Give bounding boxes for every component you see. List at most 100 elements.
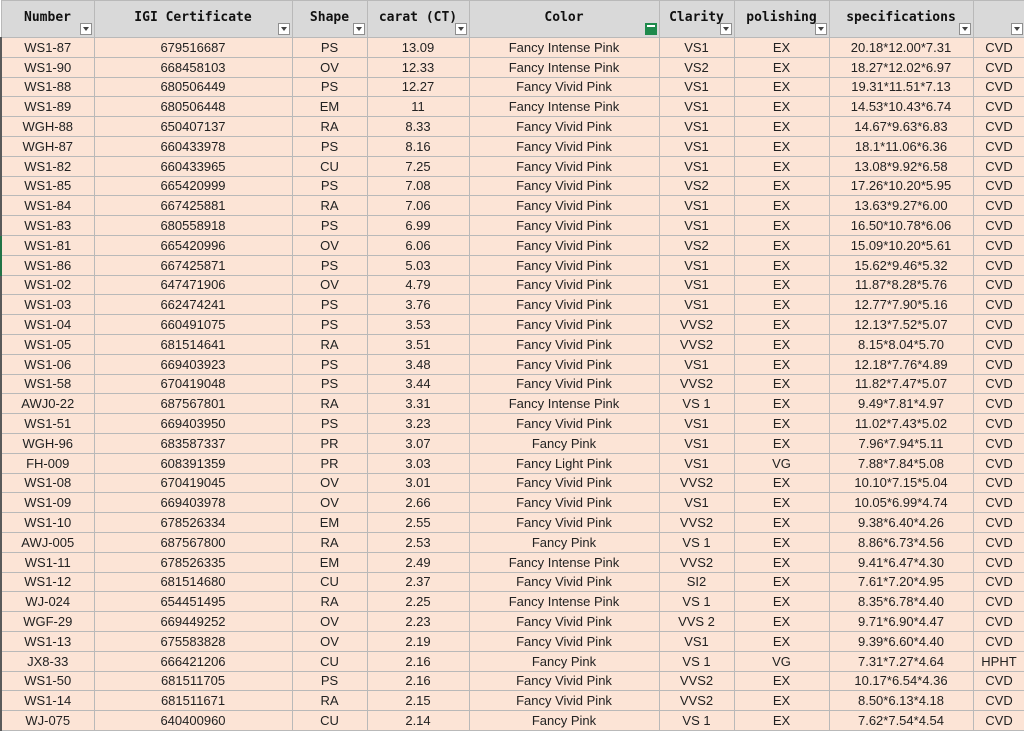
table-cell[interactable]: VS 1 (658, 531, 735, 553)
filter-dropdown-icon[interactable] (454, 23, 467, 35)
table-cell[interactable]: 8.16 (366, 135, 470, 157)
table-cell[interactable]: VS1 (658, 492, 735, 514)
table-cell[interactable]: VS 1 (658, 710, 735, 731)
table-cell[interactable]: CVD (972, 393, 1024, 415)
filter-dropdown-icon[interactable] (277, 23, 290, 35)
table-cell[interactable]: WS1-84 (0, 195, 95, 217)
table-cell[interactable]: VS1 (658, 116, 735, 137)
table-cell[interactable]: RA (291, 591, 368, 613)
table-cell[interactable]: EX (733, 215, 830, 236)
table-cell[interactable]: EX (733, 551, 830, 573)
table-cell[interactable]: VS1 (658, 630, 735, 652)
table-cell[interactable]: 660491075 (93, 314, 293, 335)
table-cell[interactable]: 680558918 (93, 215, 293, 236)
table-cell[interactable]: EX (733, 531, 830, 553)
table-cell[interactable]: Fancy Vivid Pink (468, 76, 660, 98)
column-header-5[interactable]: Clarity (658, 0, 735, 38)
table-cell[interactable]: 3.01 (366, 472, 470, 494)
table-cell[interactable]: 660433978 (93, 135, 293, 157)
table-cell[interactable]: VS1 (658, 215, 735, 236)
table-cell[interactable]: 680506448 (93, 96, 293, 118)
table-cell[interactable]: 14.67*9.63*6.83 (828, 116, 974, 137)
table-cell[interactable]: 2.19 (366, 630, 470, 652)
table-cell[interactable]: Fancy Vivid Pink (468, 630, 660, 652)
table-cell[interactable]: CVD (972, 512, 1024, 533)
table-cell[interactable]: 7.31*7.27*4.64 (828, 650, 974, 672)
table-cell[interactable]: 666421206 (93, 650, 293, 672)
table-cell[interactable]: EX (733, 353, 830, 375)
table-cell[interactable]: 679516687 (93, 37, 293, 58)
table-cell[interactable]: CVD (972, 670, 1024, 692)
table-cell[interactable]: CVD (972, 432, 1024, 454)
table-cell[interactable]: EX (733, 472, 830, 494)
column-header-3[interactable]: carat (CT) (366, 0, 470, 38)
table-cell[interactable]: EX (733, 195, 830, 217)
table-cell[interactable]: WJ-024 (0, 591, 95, 613)
table-cell[interactable]: WS1-51 (0, 413, 95, 434)
table-cell[interactable]: PS (291, 215, 368, 236)
table-cell[interactable]: WS1-83 (0, 215, 95, 236)
table-cell[interactable]: Fancy Vivid Pink (468, 254, 660, 276)
table-cell[interactable]: WS1-58 (0, 373, 95, 395)
table-cell[interactable]: Fancy Vivid Pink (468, 492, 660, 514)
table-cell[interactable]: 7.06 (366, 195, 470, 217)
table-cell[interactable]: 2.37 (366, 571, 470, 593)
table-cell[interactable]: CU (291, 571, 368, 593)
table-cell[interactable]: RA (291, 333, 368, 355)
table-cell[interactable]: 665420996 (93, 234, 293, 256)
table-cell[interactable]: VS1 (658, 254, 735, 276)
table-cell[interactable]: CVD (972, 116, 1024, 137)
table-cell[interactable]: EX (733, 591, 830, 613)
table-cell[interactable]: EX (733, 670, 830, 692)
table-cell[interactable]: 670419045 (93, 472, 293, 494)
table-cell[interactable]: EX (733, 116, 830, 137)
table-cell[interactable]: 2.66 (366, 492, 470, 514)
table-cell[interactable]: EX (733, 135, 830, 157)
table-cell[interactable]: 11.82*7.47*5.07 (828, 373, 974, 395)
table-cell[interactable]: Fancy Intense Pink (468, 56, 660, 78)
table-cell[interactable]: EX (733, 175, 830, 197)
table-cell[interactable]: WS1-13 (0, 630, 95, 652)
table-cell[interactable]: 12.13*7.52*5.07 (828, 314, 974, 335)
table-cell[interactable]: OV (291, 472, 368, 494)
table-cell[interactable]: Fancy Pink (468, 710, 660, 731)
table-cell[interactable]: Fancy Pink (468, 650, 660, 672)
table-cell[interactable]: 15.62*9.46*5.32 (828, 254, 974, 276)
table-cell[interactable]: 665420999 (93, 175, 293, 197)
table-cell[interactable]: WGH-88 (0, 116, 95, 137)
table-cell[interactable]: RA (291, 393, 368, 415)
table-cell[interactable]: OV (291, 611, 368, 632)
table-cell[interactable]: EX (733, 37, 830, 58)
table-cell[interactable]: CVD (972, 690, 1024, 712)
table-cell[interactable]: CVD (972, 294, 1024, 316)
table-cell[interactable]: EM (291, 96, 368, 118)
table-cell[interactable]: CVD (972, 630, 1024, 652)
table-cell[interactable]: 17.26*10.20*5.95 (828, 175, 974, 197)
table-cell[interactable]: Fancy Pink (468, 432, 660, 454)
table-cell[interactable]: VS1 (658, 274, 735, 296)
table-cell[interactable]: CVD (972, 314, 1024, 335)
table-cell[interactable]: WS1-04 (0, 314, 95, 335)
table-cell[interactable]: WS1-08 (0, 472, 95, 494)
table-cell[interactable]: WS1-10 (0, 512, 95, 533)
table-cell[interactable]: 678526334 (93, 512, 293, 533)
table-cell[interactable]: OV (291, 56, 368, 78)
table-cell[interactable]: 681511705 (93, 670, 293, 692)
table-cell[interactable]: Fancy Vivid Pink (468, 116, 660, 137)
table-cell[interactable]: 7.88*7.84*5.08 (828, 452, 974, 474)
table-cell[interactable]: 12.33 (366, 56, 470, 78)
table-cell[interactable]: 7.62*7.54*4.54 (828, 710, 974, 731)
table-cell[interactable]: 669449252 (93, 611, 293, 632)
table-cell[interactable]: EX (733, 56, 830, 78)
table-cell[interactable]: PS (291, 314, 368, 335)
table-cell[interactable]: 670419048 (93, 373, 293, 395)
table-cell[interactable]: Fancy Vivid Pink (468, 234, 660, 256)
table-cell[interactable]: VS1 (658, 96, 735, 118)
table-cell[interactable]: SI2 (658, 571, 735, 593)
table-cell[interactable]: EX (733, 76, 830, 98)
table-cell[interactable]: CU (291, 155, 368, 177)
table-cell[interactable]: OV (291, 630, 368, 652)
table-cell[interactable]: CU (291, 650, 368, 672)
table-cell[interactable]: 4.79 (366, 274, 470, 296)
table-cell[interactable]: Fancy Vivid Pink (468, 215, 660, 236)
